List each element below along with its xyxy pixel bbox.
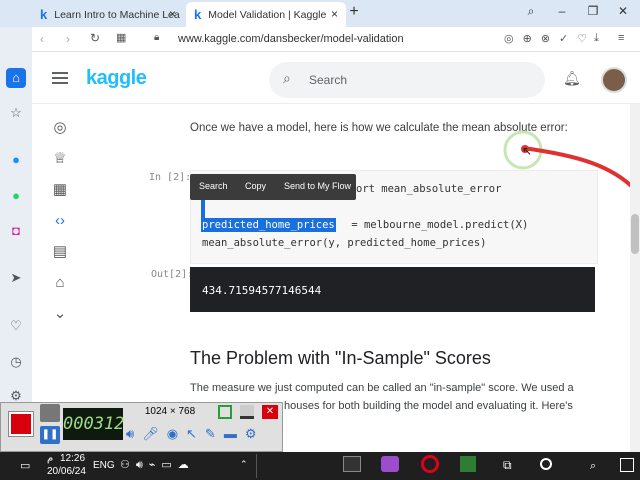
instagram-icon[interactable]: ◘ (6, 221, 26, 241)
tab-close-icon[interactable]: × (331, 7, 338, 21)
recording-timer: 000312 (63, 408, 124, 440)
language-indicator[interactable]: ENG (93, 460, 115, 471)
address-actions[interactable]: ◎⊕⊗✓♡ (504, 32, 596, 45)
record-button[interactable] (8, 411, 34, 437)
maximize-icon[interactable]: ❐ (584, 4, 602, 18)
notification-icon[interactable]: ▭ (20, 459, 30, 472)
comments-icon[interactable]: ▤ (50, 242, 70, 262)
scrollbar[interactable] (630, 104, 640, 452)
paragraph-line: The measure we just computed can be call… (190, 382, 574, 394)
table-icon[interactable]: ▦ (50, 180, 70, 200)
close-window-icon[interactable]: ✕ (614, 4, 632, 18)
system-tray-icons[interactable]: ⚇🔊︎⌁▭☁ (120, 458, 195, 472)
recorder-tools[interactable]: 🔊︎🎤︎◉↖✎▬⚙ (126, 426, 281, 444)
minimize-recorder-icon[interactable] (240, 405, 254, 419)
pause-icon[interactable]: ❚❚ (40, 426, 60, 444)
tab-title: Learn Intro to Machine Lea (54, 8, 180, 21)
app-taskbar-icon[interactable] (381, 456, 399, 472)
taskbar-divider (256, 454, 257, 478)
annotation-arrow (503, 130, 640, 197)
new-tab-button[interactable]: + (344, 3, 364, 21)
output-value: 434.71594577146544 (202, 284, 322, 297)
forward-icon[interactable]: › (66, 32, 70, 46)
menu-icon[interactable]: ≡ (618, 32, 624, 44)
url-field[interactable]: www.kaggle.com/dansbecker/model-validati… (178, 33, 404, 45)
code-icon[interactable]: ‹› (50, 211, 70, 231)
popup-send-flow-button[interactable]: Send to My Flow (284, 181, 351, 191)
popup-copy-button[interactable]: Copy (245, 181, 266, 191)
whatsapp-icon[interactable]: ● (6, 186, 26, 206)
speed-dial-icon[interactable]: ▦ (116, 31, 126, 44)
kaggle-favicon-icon: k (40, 7, 48, 22)
search-placeholder: Search (309, 73, 348, 87)
tab-close-icon[interactable]: × (169, 7, 176, 21)
back-icon[interactable]: ‹ (40, 32, 44, 46)
scrollbar-thumb[interactable] (631, 214, 639, 254)
close-recorder-icon[interactable]: ✕ (262, 405, 278, 419)
region-icon[interactable] (218, 405, 232, 419)
send-icon[interactable]: ➤ (6, 268, 26, 288)
clock-date[interactable]: 20/06/24 (47, 466, 86, 477)
search-icon: ⌕ (283, 70, 291, 86)
notifications-bell-icon[interactable]: 🔔︎ (563, 70, 581, 87)
heart-icon[interactable]: ♡ (6, 316, 26, 336)
popup-search-button[interactable]: Search (199, 181, 228, 191)
tray-chevron-icon[interactable]: ⌃ (240, 459, 248, 470)
trophy-icon[interactable]: ♕ (50, 149, 70, 169)
camera-icon[interactable] (40, 404, 60, 422)
output-prompt: Out[2]: (151, 269, 194, 280)
code-line-3: mean_absolute_error(y, predicted_home_pr… (202, 237, 487, 249)
kaggle-logo[interactable]: kaggle (86, 67, 147, 90)
tab-model-validation[interactable]: k Model Validation | Kaggle × (186, 2, 346, 27)
star-icon[interactable]: ☆ (6, 103, 26, 123)
tab-title: Model Validation | Kaggle (208, 8, 327, 21)
notification-center-icon[interactable] (620, 458, 634, 472)
resolution-label: 1024 × 768 (144, 406, 196, 417)
clock-icon[interactable]: ◷ (6, 352, 26, 372)
reload-icon[interactable]: ↻ (90, 31, 100, 45)
learn-cap-icon[interactable]: ⌂ (50, 273, 70, 293)
download-icon[interactable]: ⤓ (594, 32, 599, 45)
code-line-2: = melbourne_model.predict(X) (345, 219, 529, 231)
messenger-icon[interactable]: ● (6, 150, 26, 170)
lock-icon: 🔒︎ (154, 32, 160, 43)
opera-taskbar-icon[interactable] (421, 455, 439, 473)
search-tabs-icon[interactable]: ⌕ (522, 4, 540, 19)
code-selection[interactable]: predicted_home_prices (201, 218, 336, 232)
minimize-icon[interactable]: – (553, 4, 571, 18)
kaggle-favicon-icon: k (194, 7, 202, 22)
mouse-cursor-icon: ↖ (522, 144, 533, 158)
clock-time[interactable]: 12:26 (60, 453, 85, 464)
terminal-taskbar-icon[interactable] (343, 456, 361, 472)
avatar[interactable] (601, 67, 627, 93)
chevron-down-icon[interactable]: ⌄ (50, 304, 70, 324)
selection-start (201, 200, 205, 218)
home-icon[interactable]: ⌂ (6, 68, 26, 88)
excel-icon[interactable] (460, 456, 476, 472)
tab-learn-intro[interactable]: k Learn Intro to Machine Lea × (32, 2, 184, 27)
hamburger-menu-icon[interactable] (52, 72, 68, 84)
search-taskbar-icon[interactable]: ⌕ (590, 460, 596, 473)
task-view-icon[interactable]: ⧉ (503, 458, 512, 473)
code-line-1: ort mean_absolute_error (356, 183, 502, 195)
paragraph-line: houses for both building the model and e… (284, 400, 573, 412)
cortana-icon[interactable] (540, 458, 552, 470)
section-heading: The Problem with "In-Sample" Scores (190, 348, 491, 368)
input-prompt: In [2]: (149, 172, 192, 183)
clock-ampm: م (47, 453, 54, 464)
compass-icon[interactable]: ◎ (50, 118, 70, 138)
